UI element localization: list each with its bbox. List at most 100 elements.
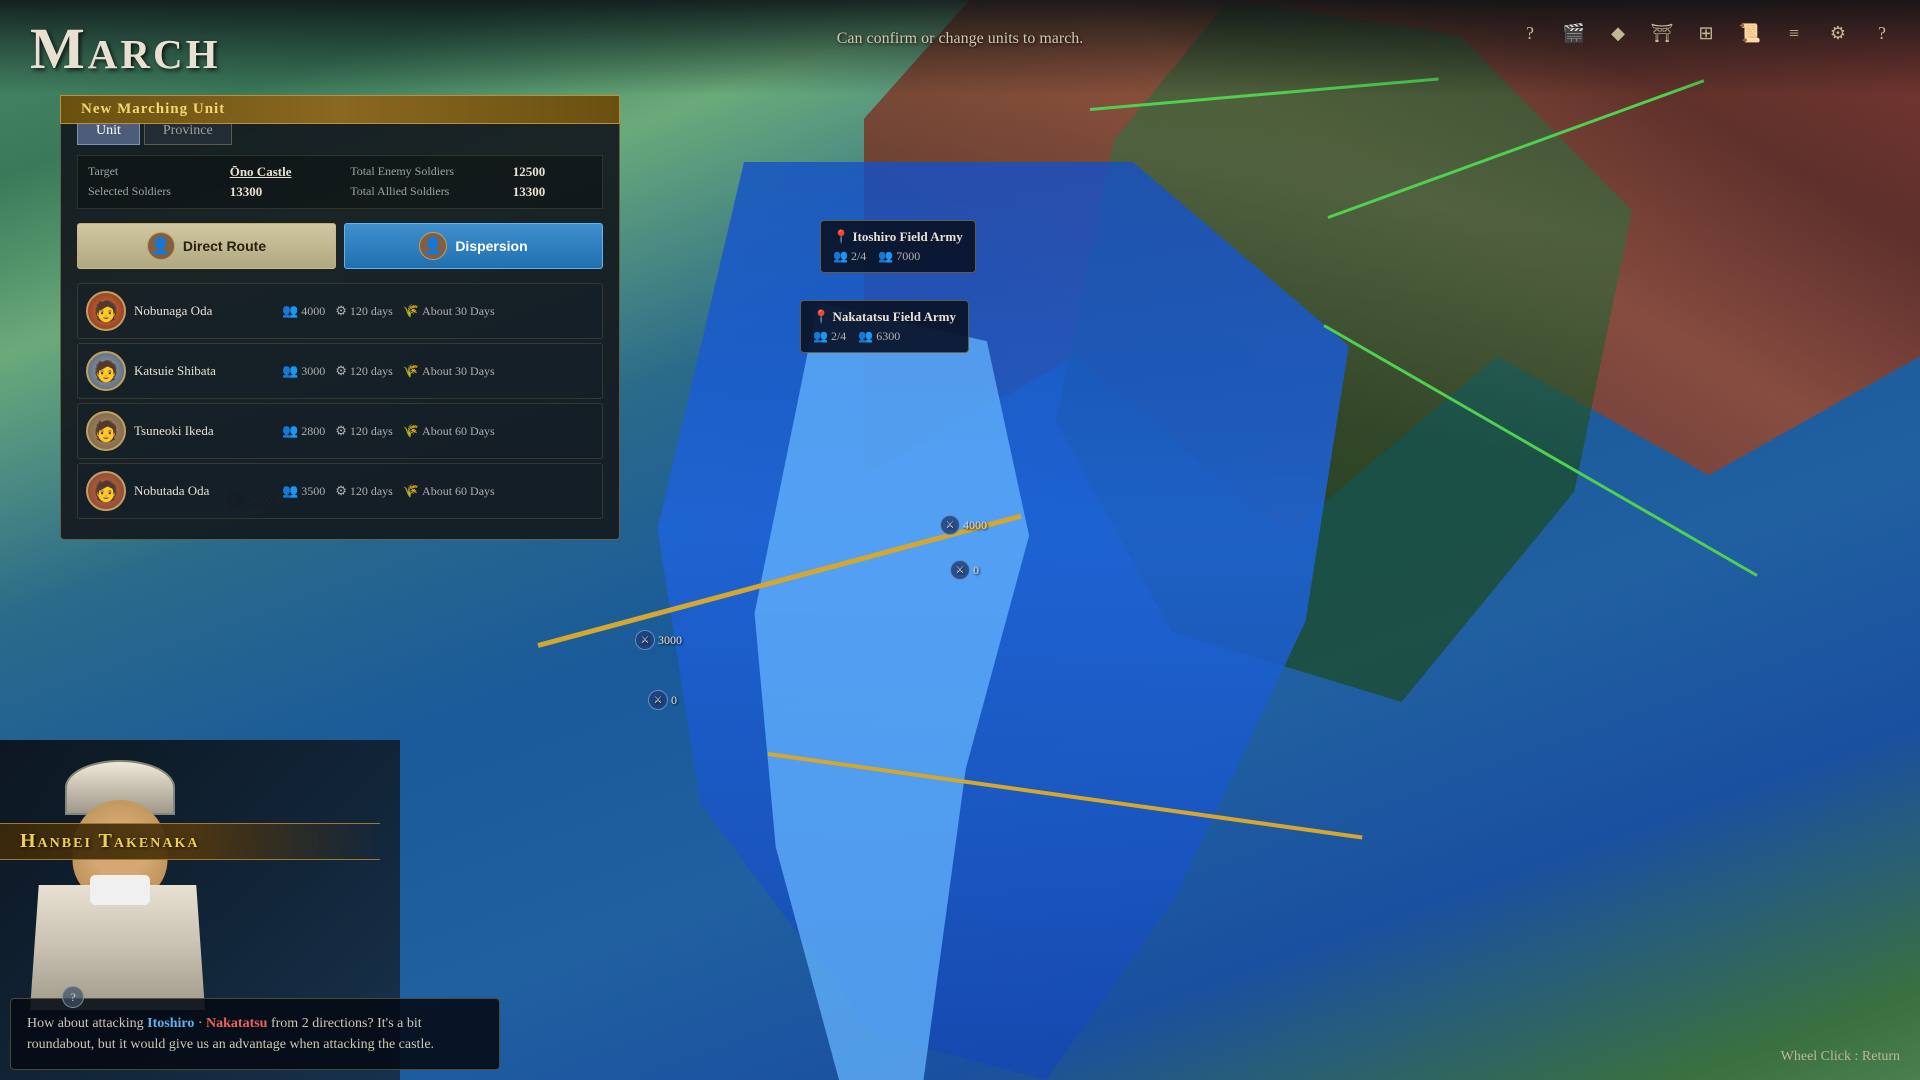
supply-4: 120 days [350,484,393,499]
unit-icon-5: ⚔ [648,690,668,710]
dispersion-route-label: Dispersion [455,238,527,254]
dialogue-separator: · [194,1016,206,1031]
commander-name-katsuie: Katsuie Shibata [134,363,274,379]
npc-nameplate: Hanbei Takenaka [0,823,380,860]
soldier-icon-3: 👥 [282,423,298,439]
itoshiro-soldiers: 👥 7000 [878,249,920,264]
camera-icon[interactable]: 🎬 [1556,15,1592,51]
soldier-icon: 👥 [282,303,298,319]
nakatatsu-fraction: 👥 2/4 [813,329,846,344]
page-title: March [30,15,220,82]
info-grid: Target Ōno Castle Total Enemy Soldiers 1… [77,155,603,209]
supply-2: 120 days [350,364,393,379]
scroll-icon[interactable]: 📜 [1732,15,1768,51]
dialogue-prefix: How about attacking [27,1016,147,1031]
commander-stats-nobunaga: 👥 4000 ⚙ 120 days 🌾 About 30 Days [282,303,495,319]
unit-icon-3: ⚔ [950,560,970,580]
travel-3: About 60 Days [422,424,495,439]
dialogue-itoshiro: Itoshiro [147,1016,194,1031]
travel-icon-2: 🌾 [403,363,419,379]
unit-counter-5: ⚔ 0 [648,690,677,710]
dialogue-box: How about attacking Itoshiro · Nakatatsu… [10,998,500,1070]
direct-route-avatar: 👤 [147,232,175,260]
unit-count-5: 0 [671,693,677,708]
avatar-tsuneoki: 🧑 [86,411,126,451]
bottom-hint: Wheel Click : Return [1781,1049,1900,1065]
grid-icon[interactable]: ⊞ [1688,15,1724,51]
help-button[interactable]: ? [62,986,84,1008]
marker-itoshiro: 📍 Itoshiro Field Army 👥 2/4 👥 7000 [820,220,976,273]
unit-icon-4: ⚔ [635,630,655,650]
header-hint: Can confirm or change units to march. [837,30,1084,48]
gear-icon[interactable]: ⚙ [1820,15,1856,51]
travel-icon-3: 🌾 [403,423,419,439]
unit-count-4: 3000 [658,633,682,648]
commander-name-nobunaga: Nobunaga Oda [134,303,274,319]
selected-soldiers-label: Selected Soldiers [88,184,218,200]
dispersion-avatar: 👤 [419,232,447,260]
itoshiro-fraction: 👥 2/4 [833,249,866,264]
soldier-icon-2: 👥 [282,363,298,379]
commander-stats-tsuneoki: 👥 2800 ⚙ 120 days 🌾 About 60 Days [282,423,495,439]
commanders-list: 🧑 Nobunaga Oda 👥 4000 ⚙ 120 days 🌾 About… [77,283,603,519]
help-icon[interactable]: ? [1512,15,1548,51]
toolbar: ? 🎬 ◆ ⛩ ⊞ 📜 ≡ ⚙ ? [1512,15,1900,51]
travel-2: About 30 Days [422,364,495,379]
commander-row-katsuie[interactable]: 🧑 Katsuie Shibata 👥 3000 ⚙ 120 days 🌾 Ab… [77,343,603,399]
commander-row-nobunaga[interactable]: 🧑 Nobunaga Oda 👥 4000 ⚙ 120 days 🌾 About… [77,283,603,339]
dialogue-nakatatsu: Nakatatsu [206,1016,267,1031]
unit-counter-4: ⚔ 3000 [635,630,682,650]
marker-nakatatsu-title: 📍 Nakatatsu Field Army [813,309,956,325]
marker-nakatatsu: 📍 Nakatatsu Field Army 👥 2/4 👥 6300 [800,300,969,353]
diamond-icon[interactable]: ◆ [1600,15,1636,51]
unit-count-2: 4000 [963,518,987,533]
unit-icon-2: ⚔ [940,515,960,535]
travel-4: About 60 Days [422,484,495,499]
marker-itoshiro-stats: 👥 2/4 👥 7000 [833,249,963,264]
supply-1: 120 days [350,304,393,319]
supply-icon-1: ⚙ [335,303,347,319]
supply-icon-2: ⚙ [335,363,347,379]
commander-row-tsuneoki[interactable]: 🧑 Tsuneoki Ikeda 👥 2800 ⚙ 120 days 🌾 Abo… [77,403,603,459]
soldier-icon-4: 👥 [282,483,298,499]
travel-icon-1: 🌾 [403,303,419,319]
marker-itoshiro-title: 📍 Itoshiro Field Army [833,229,963,245]
commander-stats-katsuie: 👥 3000 ⚙ 120 days 🌾 About 30 Days [282,363,495,379]
portrait-collar [90,875,150,905]
soldiers-1: 4000 [301,304,325,319]
target-label: Target [88,164,218,180]
travel-icon-4: 🌾 [403,483,419,499]
target-castle: Ōno Castle [230,164,338,180]
avatar-katsuie: 🧑 [86,351,126,391]
direct-route-button[interactable]: 👤 Direct Route [77,223,336,269]
commander-row-nobutada[interactable]: 🧑 Nobutada Oda 👥 3500 ⚙ 120 days 🌾 About… [77,463,603,519]
unit-count-3: 0 [973,563,979,578]
main-panel: Unit Province Target Ōno Castle Total En… [60,100,620,540]
enemy-soldiers-count: 12500 [513,164,592,180]
supply-icon-3: ⚙ [335,423,347,439]
allied-soldiers-count: 13300 [513,184,592,200]
list-icon[interactable]: ≡ [1776,15,1812,51]
marching-unit-label: New Marching Unit [60,95,620,124]
supply-icon-4: ⚙ [335,483,347,499]
avatar-nobutada: 🧑 [86,471,126,511]
npc-name: Hanbei Takenaka [20,830,360,853]
soldiers-3: 2800 [301,424,325,439]
unit-counter-2: ⚔ 4000 [940,515,987,535]
marker-nakatatsu-stats: 👥 2/4 👥 6300 [813,329,956,344]
direct-route-label: Direct Route [183,238,266,254]
commander-stats-nobutada: 👥 3500 ⚙ 120 days 🌾 About 60 Days [282,483,495,499]
settings-question-icon[interactable]: ? [1864,15,1900,51]
question-icon[interactable]: ? [62,986,84,1008]
nakatatsu-soldiers: 👥 6300 [858,329,900,344]
soldiers-2: 3000 [301,364,325,379]
dispersion-route-button[interactable]: 👤 Dispersion [344,223,603,269]
unit-counter-3: ⚔ 0 [950,560,979,580]
allied-soldiers-label: Total Allied Soldiers [350,184,501,200]
supply-3: 120 days [350,424,393,439]
commander-name-tsuneoki: Tsuneoki Ikeda [134,423,274,439]
selected-soldiers-count: 13300 [230,184,338,200]
temple-icon[interactable]: ⛩ [1644,15,1680,51]
soldiers-4: 3500 [301,484,325,499]
enemy-soldiers-label: Total Enemy Soldiers [350,164,501,180]
